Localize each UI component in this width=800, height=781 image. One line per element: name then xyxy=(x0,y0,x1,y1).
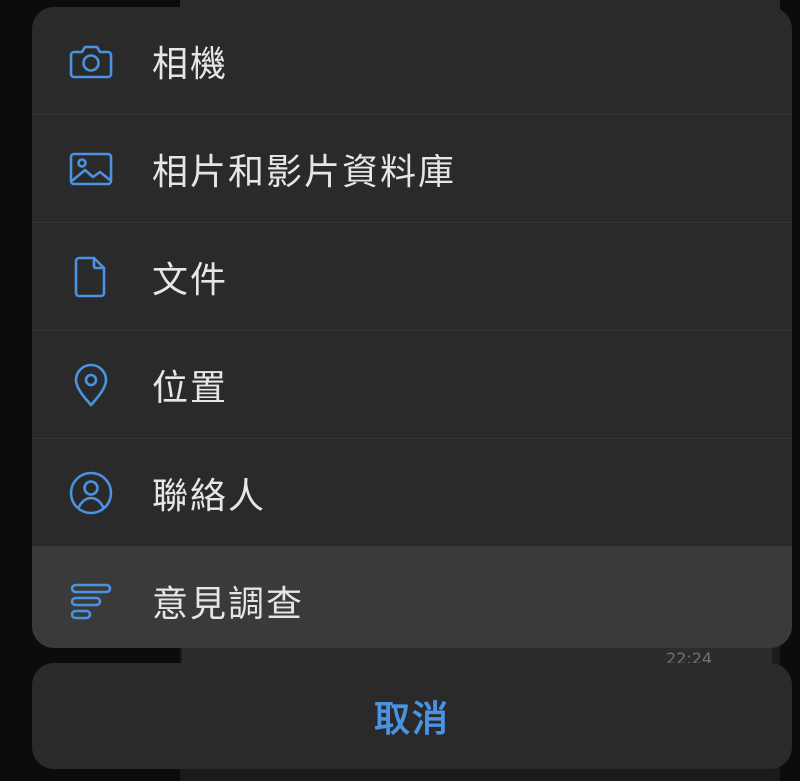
attachment-action-sheet: 相機 相片和影片資料庫 文件 位置 聯絡人 意見調查 xyxy=(32,7,792,648)
contact-icon xyxy=(66,468,116,518)
poll-option-label: 意見調查 xyxy=(152,583,305,625)
photo-library-option[interactable]: 相片和影片資料庫 xyxy=(32,114,792,222)
document-option[interactable]: 文件 xyxy=(32,222,792,330)
location-option-label: 位置 xyxy=(152,367,229,409)
cancel-button-label: 取消 xyxy=(373,699,450,740)
contact-option[interactable]: 聯絡人 xyxy=(32,438,792,546)
camera-icon xyxy=(66,36,116,86)
camera-option-label: 相機 xyxy=(152,43,229,85)
document-option-label: 文件 xyxy=(152,259,229,301)
photo-library-icon xyxy=(66,144,116,194)
contact-option-label: 聯絡人 xyxy=(152,475,267,517)
poll-icon xyxy=(66,576,116,626)
poll-option[interactable]: 意見調查 xyxy=(32,546,792,648)
location-option[interactable]: 位置 xyxy=(32,330,792,438)
document-icon xyxy=(66,252,116,302)
photo-library-option-label: 相片和影片資料庫 xyxy=(152,151,457,193)
cancel-button[interactable]: 取消 xyxy=(32,663,792,769)
location-pin-icon xyxy=(66,360,116,410)
camera-option[interactable]: 相機 xyxy=(32,7,792,114)
